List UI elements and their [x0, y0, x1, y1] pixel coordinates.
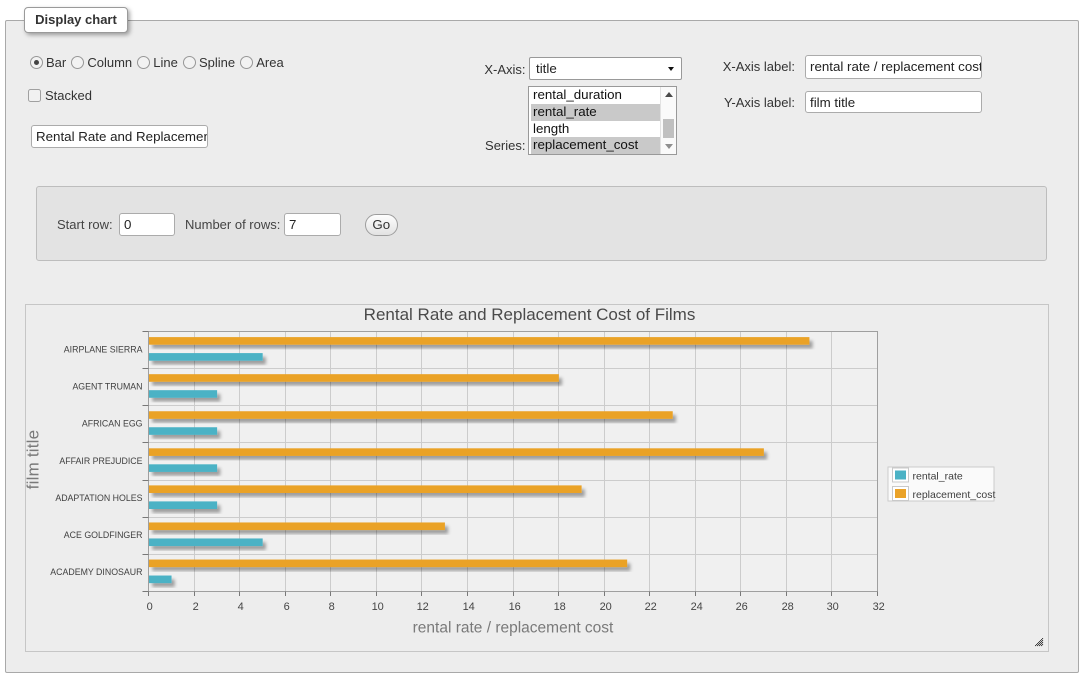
svg-text:ADAPTATION HOLES: ADAPTATION HOLES	[55, 493, 142, 503]
svg-text:AIRPLANE SIERRA: AIRPLANE SIERRA	[64, 345, 143, 355]
svg-text:AFRICAN EGG: AFRICAN EGG	[82, 419, 143, 429]
svg-text:ACADEMY DINOSAUR: ACADEMY DINOSAUR	[50, 567, 142, 577]
svg-text:0: 0	[147, 601, 153, 613]
svg-text:22: 22	[645, 601, 657, 613]
svg-text:20: 20	[600, 601, 612, 613]
svg-text:film title: film title	[25, 430, 43, 490]
svg-text:32: 32	[873, 601, 885, 613]
svg-text:Rental Rate and Replacement Co: Rental Rate and Replacement Cost of Film…	[364, 305, 696, 324]
svg-text:AGENT TRUMAN: AGENT TRUMAN	[72, 382, 142, 392]
svg-text:8: 8	[329, 601, 335, 613]
svg-text:ACE GOLDFINGER: ACE GOLDFINGER	[64, 530, 143, 540]
svg-text:16: 16	[509, 601, 521, 613]
svg-text:4: 4	[238, 601, 244, 613]
svg-text:26: 26	[736, 601, 748, 613]
svg-text:14: 14	[463, 601, 475, 613]
svg-text:30: 30	[827, 601, 839, 613]
svg-text:18: 18	[554, 601, 566, 613]
svg-text:24: 24	[691, 601, 703, 613]
svg-text:rental rate / replacement cost: rental rate / replacement cost	[413, 620, 614, 637]
svg-text:2: 2	[193, 601, 199, 613]
svg-text:28: 28	[782, 601, 794, 613]
svg-text:rental_rate: rental_rate	[913, 470, 963, 482]
svg-text:replacement_cost: replacement_cost	[913, 489, 996, 501]
svg-text:AFFAIR PREJUDICE: AFFAIR PREJUDICE	[59, 456, 142, 466]
svg-text:12: 12	[417, 601, 429, 613]
svg-text:10: 10	[372, 601, 384, 613]
svg-text:6: 6	[284, 601, 290, 613]
